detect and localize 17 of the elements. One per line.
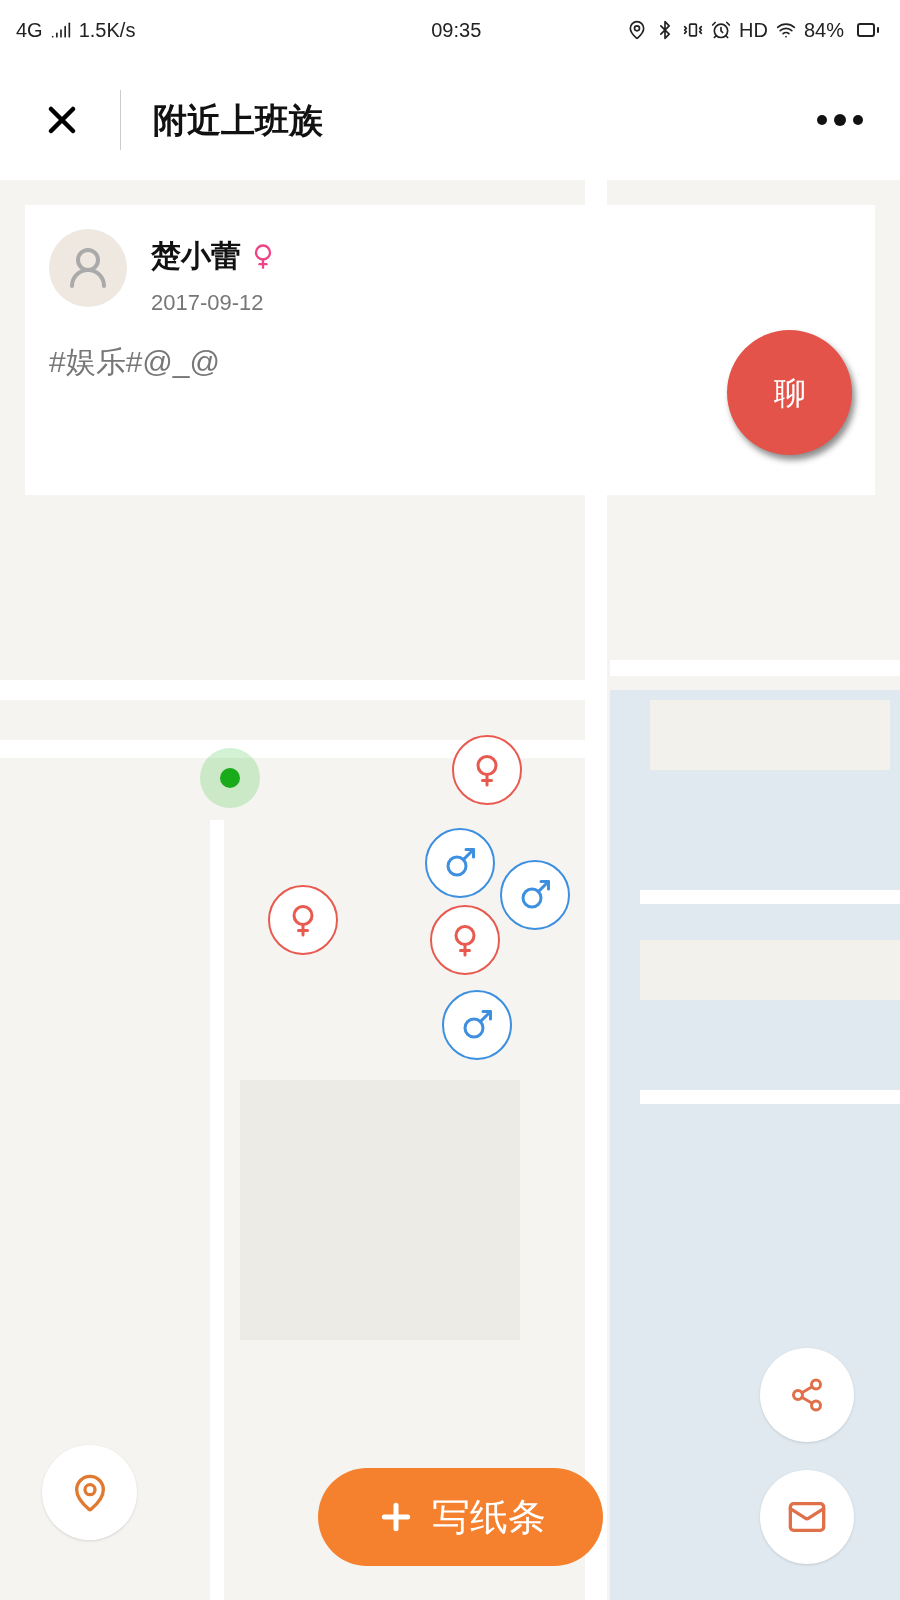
alarm-icon <box>711 20 732 40</box>
page-title: 附近上班族 <box>153 98 323 142</box>
battery-percent: 84% <box>803 18 844 43</box>
network-type: 4G <box>16 18 43 43</box>
wifi-icon <box>775 20 796 40</box>
more-icon <box>816 114 864 126</box>
vibrate-icon <box>683 20 704 40</box>
post-date: 2017-09-12 <box>151 289 265 317</box>
write-note-button[interactable]: 写纸条 <box>318 1468 603 1566</box>
hd-label: HD <box>739 18 768 43</box>
clock: 09:35 <box>430 18 482 43</box>
user-name: 楚小蕾 <box>151 237 241 275</box>
more-button[interactable] <box>816 114 864 126</box>
network-speed: 1.5K/s <box>78 18 136 43</box>
signal-icon <box>50 20 71 40</box>
post-text: #娱乐#@_@ <box>49 344 221 380</box>
share-icon <box>789 1377 825 1413</box>
